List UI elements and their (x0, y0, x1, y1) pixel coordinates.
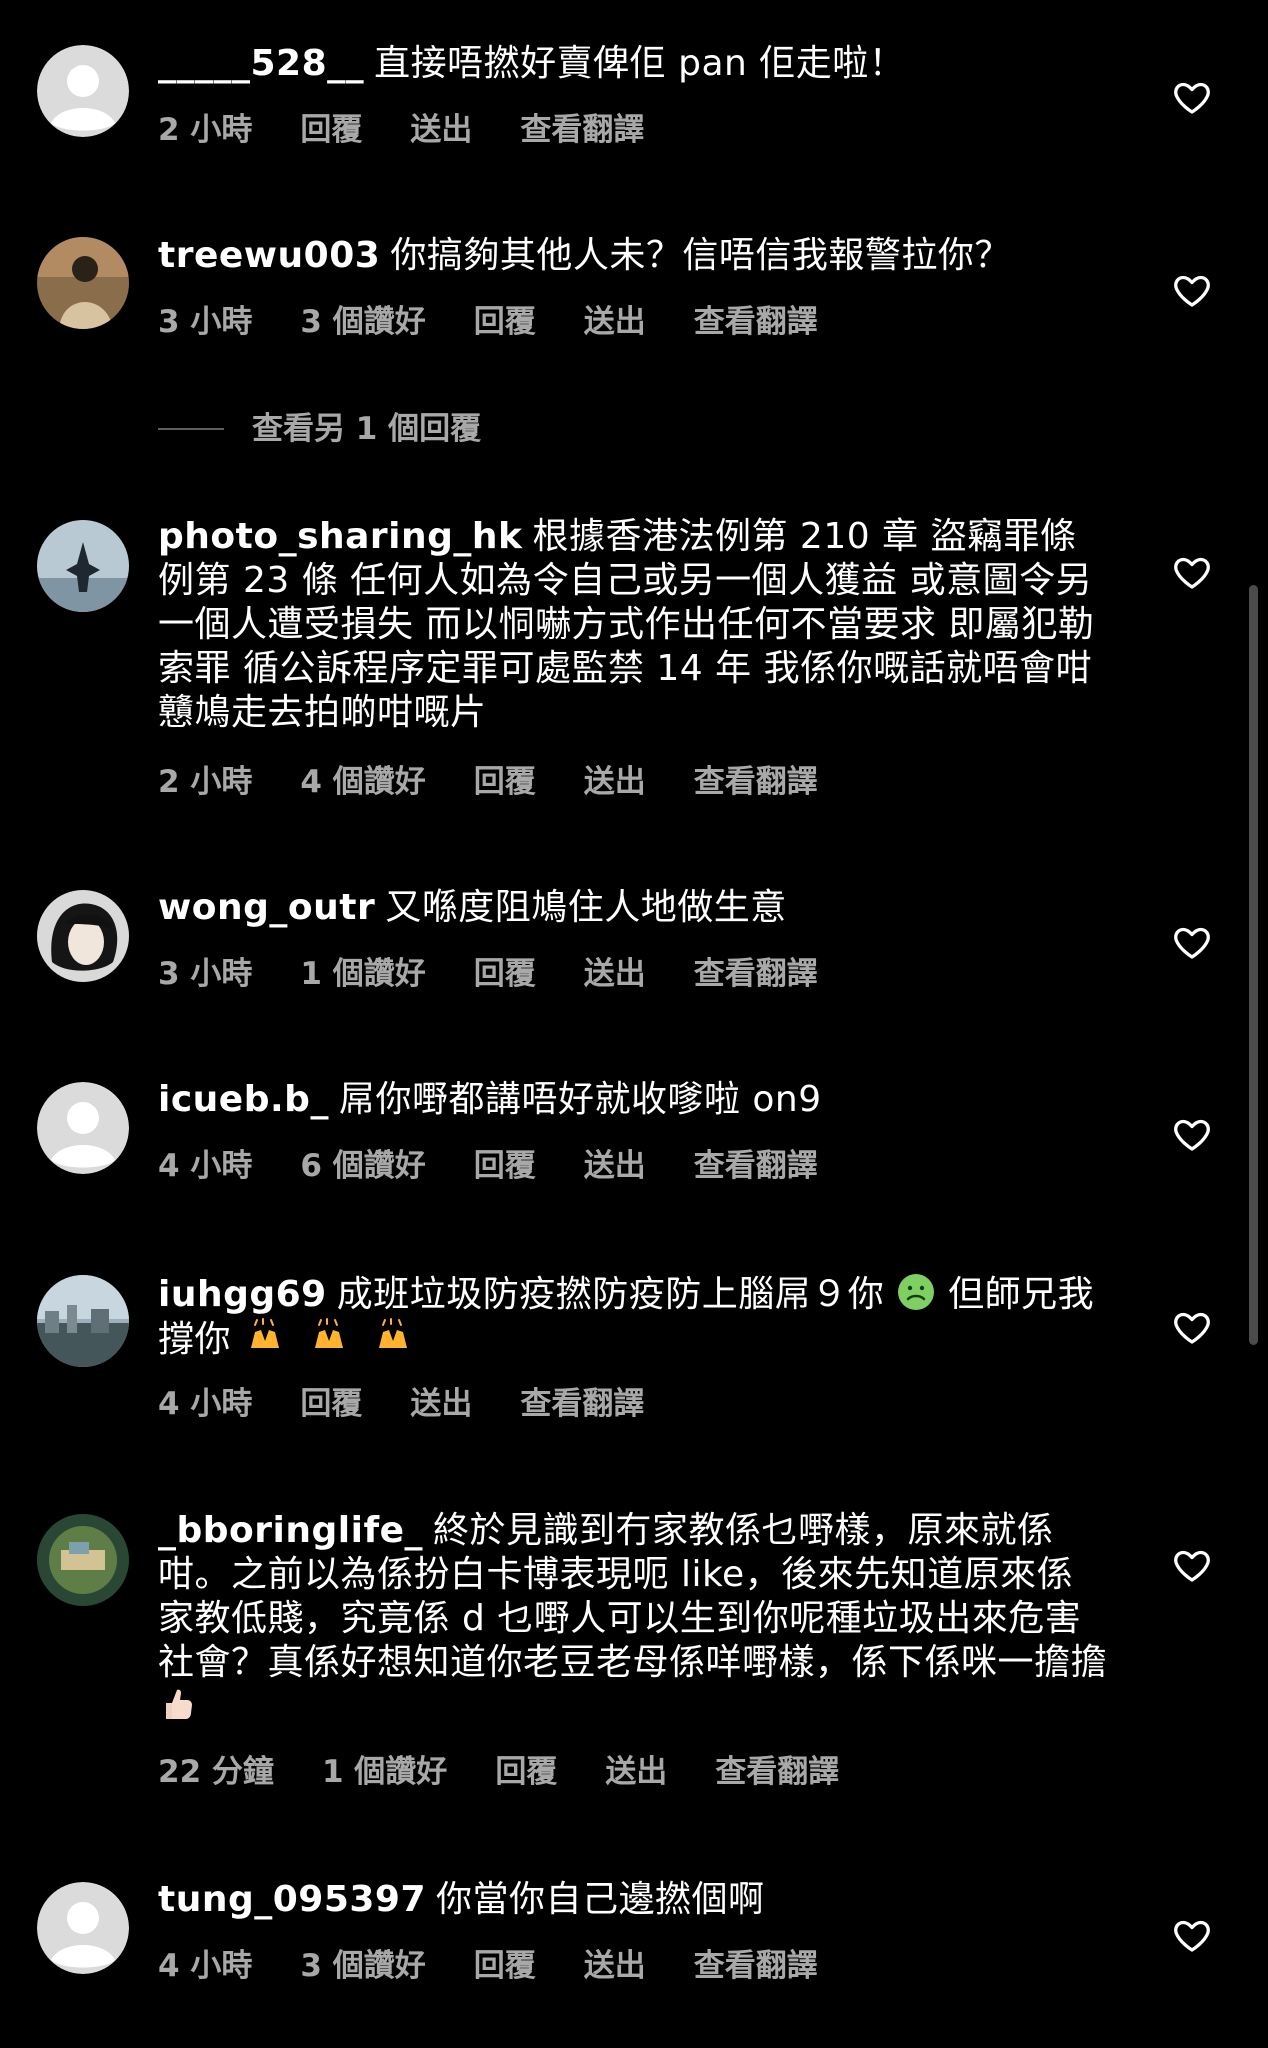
view-more-replies[interactable]: 查看另 1 個回覆 (158, 410, 481, 448)
reply-button[interactable]: 回覆 (300, 111, 362, 149)
comment-meta: 4 小時 3 個讚好 回覆 送出 查看翻譯 (158, 1947, 866, 1985)
avatar[interactable] (37, 1275, 129, 1367)
default-avatar-icon[interactable] (37, 1882, 129, 1974)
comment-meta: 2 小時 4 個讚好 回覆 送出 查看翻譯 (158, 763, 866, 801)
send-button[interactable]: 送出 (584, 1947, 646, 1985)
avatar[interactable] (37, 890, 129, 982)
comment-text: _____528__ 直接唔撚好賣俾佢 pan 佢走啦！ (158, 42, 1108, 86)
reply-button[interactable]: 回覆 (474, 763, 536, 801)
raising-hands-emoji-icon (307, 1317, 359, 1357)
divider (158, 428, 224, 430)
comment-time: 3 小時 (158, 304, 253, 340)
like-count[interactable]: 3 個讚好 (300, 303, 425, 341)
comment-username[interactable]: tung_095397 (158, 1879, 426, 1920)
reply-button[interactable]: 回覆 (474, 1147, 536, 1185)
comment-message: 你搞夠其他人未？信唔信我報警拉你？ (390, 235, 1011, 276)
heart-outline-icon[interactable] (1172, 270, 1212, 310)
comment-meta: 4 小時 6 個讚好 回覆 送出 查看翻譯 (158, 1147, 866, 1185)
reply-button[interactable]: 回覆 (474, 955, 536, 993)
comment-username[interactable]: iuhgg69 (158, 1274, 327, 1315)
comment-meta: 2 小時 回覆 送出 查看翻譯 (158, 111, 692, 149)
comment-text: treewu003 你搞夠其他人未？信唔信我報警拉你？ (158, 234, 1108, 278)
comment-username[interactable]: _bboringlife_ (158, 1510, 423, 1551)
comment-username[interactable]: wong_outr (158, 887, 375, 928)
comment-message: 直接唔撚好賣俾佢 pan 佢走啦！ (374, 43, 906, 84)
reply-button[interactable]: 回覆 (474, 303, 536, 341)
send-button[interactable]: 送出 (410, 111, 472, 149)
comment-username[interactable]: treewu003 (158, 235, 380, 276)
translate-button[interactable]: 查看翻譯 (520, 111, 644, 149)
raising-hands-emoji-icon (243, 1317, 295, 1357)
avatar[interactable] (37, 520, 129, 612)
like-count[interactable]: 3 個讚好 (300, 1947, 425, 1985)
translate-button[interactable]: 查看翻譯 (715, 1753, 839, 1791)
translate-button[interactable]: 查看翻譯 (520, 1385, 644, 1423)
heart-outline-icon[interactable] (1172, 922, 1212, 962)
heart-outline-icon[interactable] (1172, 1114, 1212, 1154)
like-count[interactable]: 1 個讚好 (300, 955, 425, 993)
comment-time: 2 小時 (158, 764, 253, 800)
like-count[interactable]: 4 個讚好 (300, 763, 425, 801)
translate-button[interactable]: 查看翻譯 (694, 1147, 818, 1185)
translate-button[interactable]: 查看翻譯 (694, 1947, 818, 1985)
default-avatar-icon[interactable] (37, 1082, 129, 1174)
send-button[interactable]: 送出 (584, 1147, 646, 1185)
comments-screen: _____528__ 直接唔撚好賣俾佢 pan 佢走啦！ 2 小時 回覆 送出 查看翻譯… (0, 0, 1268, 2048)
raising-hands-emoji-icon (371, 1317, 423, 1357)
comment-text: iuhgg69 成班垃圾防疫撚防疫防上腦屌９你 但師兄我撐你 (158, 1272, 1108, 1362)
thumbs-up-emoji-icon (158, 1685, 198, 1725)
translate-button[interactable]: 查看翻譯 (694, 955, 818, 993)
comment-message: 又喺度阻鳩住人地做生意 (385, 887, 787, 928)
send-button[interactable]: 送出 (584, 763, 646, 801)
comment-text: wong_outr 又喺度阻鳩住人地做生意 (158, 886, 1108, 930)
comment-text: tung_095397 你當你自己邊撚個啊 (158, 1878, 1108, 1922)
comment-message: 你當你自己邊撚個啊 (436, 1879, 765, 1920)
nauseated-face-emoji-icon (896, 1272, 936, 1312)
comment-message: 屌你嘢都講唔好就收嗲啦 on9 (338, 1079, 822, 1120)
comment-time: 4 小時 (158, 1386, 253, 1422)
avatar[interactable] (37, 237, 129, 329)
translate-button[interactable]: 查看翻譯 (694, 763, 818, 801)
send-button[interactable]: 送出 (584, 955, 646, 993)
send-button[interactable]: 送出 (584, 303, 646, 341)
comment-username[interactable]: _____528__ (158, 43, 364, 84)
comment-text: photo_sharing_hk 根據香港法例第 210 章 盜竊罪條例第 23 … (158, 515, 1108, 735)
comment-meta: 3 小時 3 個讚好 回覆 送出 查看翻譯 (158, 303, 866, 341)
scrollbar[interactable] (1249, 585, 1258, 1345)
comment-username[interactable]: photo_sharing_hk (158, 516, 522, 557)
default-avatar-icon[interactable] (37, 45, 129, 137)
heart-outline-icon[interactable] (1172, 1545, 1212, 1585)
comment-meta: 3 小時 1 個讚好 回覆 送出 查看翻譯 (158, 955, 866, 993)
comment-time: 3 小時 (158, 956, 253, 992)
heart-outline-icon[interactable] (1172, 1915, 1212, 1955)
heart-outline-icon[interactable] (1172, 77, 1212, 117)
comment-text: _bboringlife_ 終於見識到冇家教係乜嘢樣，原來就係咁。之前以為係扮白卡… (158, 1509, 1108, 1730)
comment-meta: 22 分鐘 1 個讚好 回覆 送出 查看翻譯 (158, 1753, 887, 1791)
heart-outline-icon[interactable] (1172, 1307, 1212, 1347)
reply-button[interactable]: 回覆 (495, 1753, 557, 1791)
comment-time: 4 小時 (158, 1948, 253, 1984)
comment-time: 2 小時 (158, 112, 253, 148)
comment-message: 成班垃圾防疫撚防疫防上腦屌９你 (336, 1274, 885, 1315)
avatar[interactable] (37, 1514, 129, 1606)
comment-text: icueb.b_ 屌你嘢都講唔好就收嗲啦 on9 (158, 1078, 1108, 1122)
comment-meta: 4 小時 回覆 送出 查看翻譯 (158, 1385, 692, 1423)
like-count[interactable]: 1 個讚好 (322, 1753, 447, 1791)
send-button[interactable]: 送出 (410, 1385, 472, 1423)
reply-button[interactable]: 回覆 (300, 1385, 362, 1423)
send-button[interactable]: 送出 (605, 1753, 667, 1791)
view-more-replies-label: 查看另 1 個回覆 (252, 411, 482, 447)
comment-time: 22 分鐘 (158, 1754, 274, 1790)
comment-time: 4 小時 (158, 1148, 253, 1184)
like-count[interactable]: 6 個讚好 (300, 1147, 425, 1185)
comment-username[interactable]: icueb.b_ (158, 1079, 329, 1120)
translate-button[interactable]: 查看翻譯 (694, 303, 818, 341)
heart-outline-icon[interactable] (1172, 552, 1212, 592)
reply-button[interactable]: 回覆 (474, 1947, 536, 1985)
